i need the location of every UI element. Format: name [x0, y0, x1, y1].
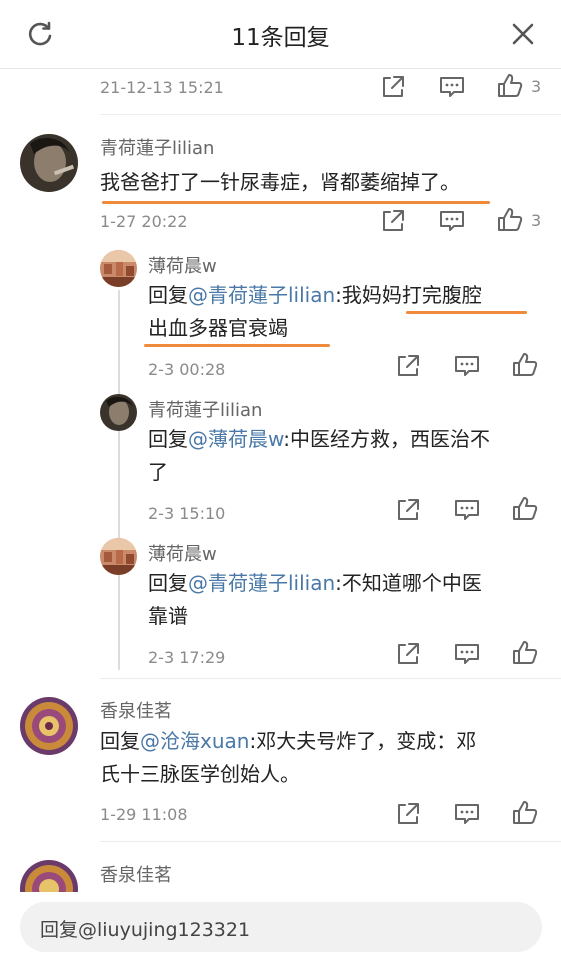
- mention-link[interactable]: @沧海xuan: [140, 729, 249, 753]
- reply-prefix: 回复: [148, 283, 188, 307]
- comment-content: 我爸爸打了一针尿毒症，肾都萎缩掉了。: [100, 170, 460, 194]
- reply-text: :我妈妈打完腹腔: [335, 283, 482, 307]
- mention-link[interactable]: @青荷蓮子lilian: [188, 283, 335, 307]
- comment-icon[interactable]: [453, 352, 481, 380]
- reply-text: :中医经方救，西医治不: [283, 427, 491, 451]
- share-icon[interactable]: [379, 207, 407, 235]
- comment-timestamp: 1-27 20:22: [100, 212, 188, 231]
- reply-prefix: 回复: [100, 729, 140, 753]
- share-icon[interactable]: [394, 496, 422, 524]
- reply-text-line2: 氏十三脉医学创始人。: [100, 762, 300, 786]
- comment-timestamp: 1-29 11:08: [100, 805, 188, 824]
- reply-timestamp: 2-3 17:29: [148, 648, 226, 667]
- comment-author[interactable]: 青荷蓮子lilian: [100, 134, 214, 160]
- comment-content: 回复@沧海xuan:邓大夫号炸了，变成：邓 氏十三脉医学创始人。: [100, 725, 540, 791]
- thread-line: [118, 290, 120, 670]
- reply-content: 回复@青荷蓮子lilian:不知道哪个中医 靠谱: [148, 567, 538, 633]
- comment-icon[interactable]: [453, 800, 481, 828]
- divider: [100, 678, 561, 679]
- divider: [100, 114, 561, 115]
- comment-icon[interactable]: [453, 640, 481, 668]
- highlight-underline: [406, 311, 527, 314]
- divider: [100, 841, 561, 842]
- comment-icon[interactable]: [438, 73, 466, 101]
- reply-input[interactable]: 回复@liuyujing123321: [20, 902, 542, 952]
- reply-prefix: 回复: [148, 571, 188, 595]
- reply-text-line2: 出血多器官衰竭: [148, 316, 288, 340]
- highlight-underline: [144, 344, 330, 347]
- share-icon[interactable]: [394, 352, 422, 380]
- like-icon[interactable]: [496, 206, 524, 234]
- highlight-underline: [102, 201, 490, 204]
- like-icon[interactable]: [496, 72, 524, 100]
- avatar[interactable]: [100, 250, 137, 287]
- reply-author[interactable]: 薄荷晨w: [148, 252, 217, 278]
- page-title: 11条回复: [231, 25, 330, 51]
- like-count: 3: [531, 211, 542, 230]
- avatar[interactable]: [100, 394, 137, 431]
- like-count: 3: [531, 77, 542, 96]
- comment-timestamp: 21-12-13 15:21: [100, 78, 224, 97]
- comment-icon[interactable]: [438, 207, 466, 235]
- reply-content: 回复@薄荷晨w:中医经方救，西医治不 了: [148, 423, 538, 489]
- reply-text: :邓大夫号炸了，变成：邓: [249, 729, 477, 753]
- close-icon[interactable]: [509, 20, 537, 48]
- reply-text: :不知道哪个中医: [335, 571, 482, 595]
- reply-text-line2: 了: [148, 460, 168, 484]
- reply-input-placeholder: 回复@liuyujing123321: [40, 919, 251, 941]
- reply-author[interactable]: 青荷蓮子lilian: [148, 396, 262, 422]
- avatar[interactable]: [20, 697, 78, 755]
- share-icon[interactable]: [394, 800, 422, 828]
- comment-author[interactable]: 香泉佳茗: [100, 697, 172, 723]
- mention-link[interactable]: @薄荷晨w: [188, 427, 283, 451]
- reply-timestamp: 2-3 15:10: [148, 504, 226, 523]
- reply-author[interactable]: 薄荷晨w: [148, 540, 217, 566]
- share-icon[interactable]: [379, 73, 407, 101]
- like-icon[interactable]: [511, 799, 539, 827]
- reply-prefix: 回复: [148, 427, 188, 451]
- avatar[interactable]: [20, 134, 78, 192]
- reply-text-line2: 靠谱: [148, 604, 188, 628]
- avatar[interactable]: [100, 538, 137, 575]
- like-icon[interactable]: [511, 639, 539, 667]
- like-icon[interactable]: [511, 495, 539, 523]
- like-icon[interactable]: [511, 351, 539, 379]
- reply-timestamp: 2-3 00:28: [148, 360, 226, 379]
- comment-author[interactable]: 香泉佳茗: [100, 861, 172, 887]
- share-icon[interactable]: [394, 640, 422, 668]
- header: 11条回复: [0, 0, 561, 69]
- comment-icon[interactable]: [453, 496, 481, 524]
- mention-link[interactable]: @青荷蓮子lilian: [188, 571, 335, 595]
